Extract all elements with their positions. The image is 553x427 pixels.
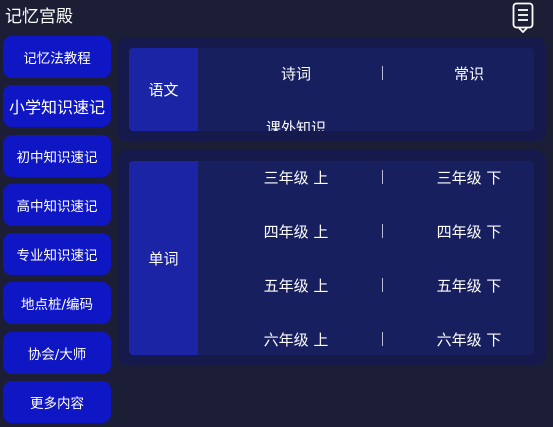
danci-grade4-first[interactable]: 四年级 上 <box>210 217 382 245</box>
danci-grade5-first[interactable]: 五年级 上 <box>210 271 382 299</box>
sidebar-item-junior-high[interactable]: 初中知识速记 <box>3 135 111 177</box>
danci-grade3-second[interactable]: 三年级 下 <box>383 163 534 191</box>
sidebar-item-location-pegs[interactable]: 地点桩/编码 <box>3 282 111 324</box>
app-root: 记忆宫殿 记忆法教程 小学知识速记 初中知识速记 高中知识速记 专业知识速记 地… <box>0 0 553 427</box>
danci-grade4-second[interactable]: 四年级 下 <box>383 217 534 245</box>
sidebar-item-professional[interactable]: 专业知识速记 <box>3 233 111 275</box>
yuwen-item-extracurricular[interactable]: 课外知识 <box>210 113 382 132</box>
sidebar-item-memory-tutorial[interactable]: 记忆法教程 <box>3 36 111 78</box>
danci-grade6-first[interactable]: 六年级 上 <box>210 325 382 353</box>
danci-card-inner: 单词 三年级 上 三年级 下 四年级 上 四年级 下 五年级 上 五年级 下 六… <box>129 161 534 355</box>
danci-grade6-second[interactable]: 六年级 下 <box>383 325 534 353</box>
document-list-icon[interactable] <box>511 2 535 34</box>
danci-grade3-first[interactable]: 三年级 上 <box>210 163 382 191</box>
sidebar-item-senior-high[interactable]: 高中知识速记 <box>3 184 111 226</box>
sidebar-item-associations[interactable]: 协会/大师 <box>3 332 111 374</box>
yuwen-category-label: 语文 <box>129 48 198 131</box>
app-title: 记忆宫殿 <box>5 7 73 27</box>
danci-grade5-second[interactable]: 五年级 下 <box>383 271 534 299</box>
yuwen-card: 语文 诗词 常识 课外知识 <box>118 37 545 142</box>
sidebar-item-primary-school[interactable]: 小学知识速记 <box>3 85 111 127</box>
danci-category-label: 单词 <box>129 161 198 355</box>
danci-card: 单词 三年级 上 三年级 下 四年级 上 四年级 下 五年级 上 五年级 下 六… <box>118 150 545 366</box>
yuwen-item-poetry[interactable]: 诗词 <box>210 59 382 87</box>
yuwen-card-inner: 语文 诗词 常识 课外知识 <box>129 48 534 131</box>
sidebar-item-more[interactable]: 更多内容 <box>3 381 111 423</box>
yuwen-item-common-sense[interactable]: 常识 <box>383 59 534 87</box>
